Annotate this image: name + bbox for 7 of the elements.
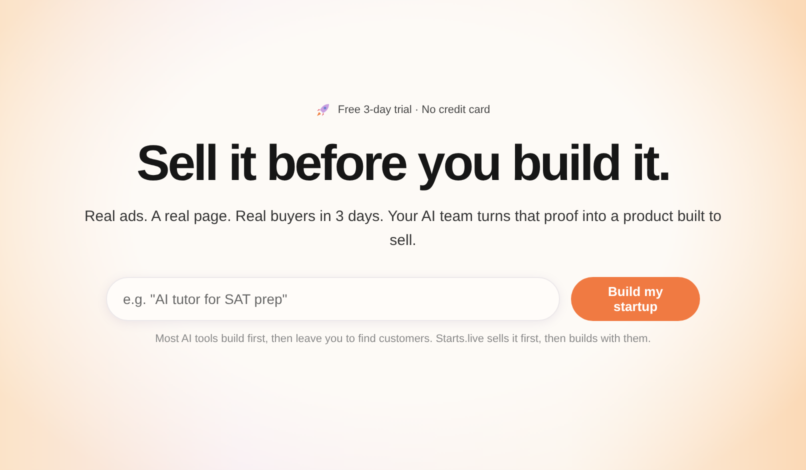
headline: Sell it before you build it.	[136, 134, 670, 193]
idea-input-field[interactable]: e.g. "AI tutor for SAT prep"	[106, 277, 560, 321]
build-startup-button[interactable]: Build my startup	[571, 277, 700, 321]
subheadline: Real ads. A real page. Real buyers in 3 days. Your AI team turns that proof into a product built to sell.	[83, 207, 723, 251]
trial-badge-text: Free 3-day trial · No credit card	[338, 104, 490, 116]
rocket-icon	[316, 103, 330, 117]
footnote: Most AI tools build first, then leave you to find customers. Starts.live sells it first, then builds with them.	[155, 333, 651, 345]
